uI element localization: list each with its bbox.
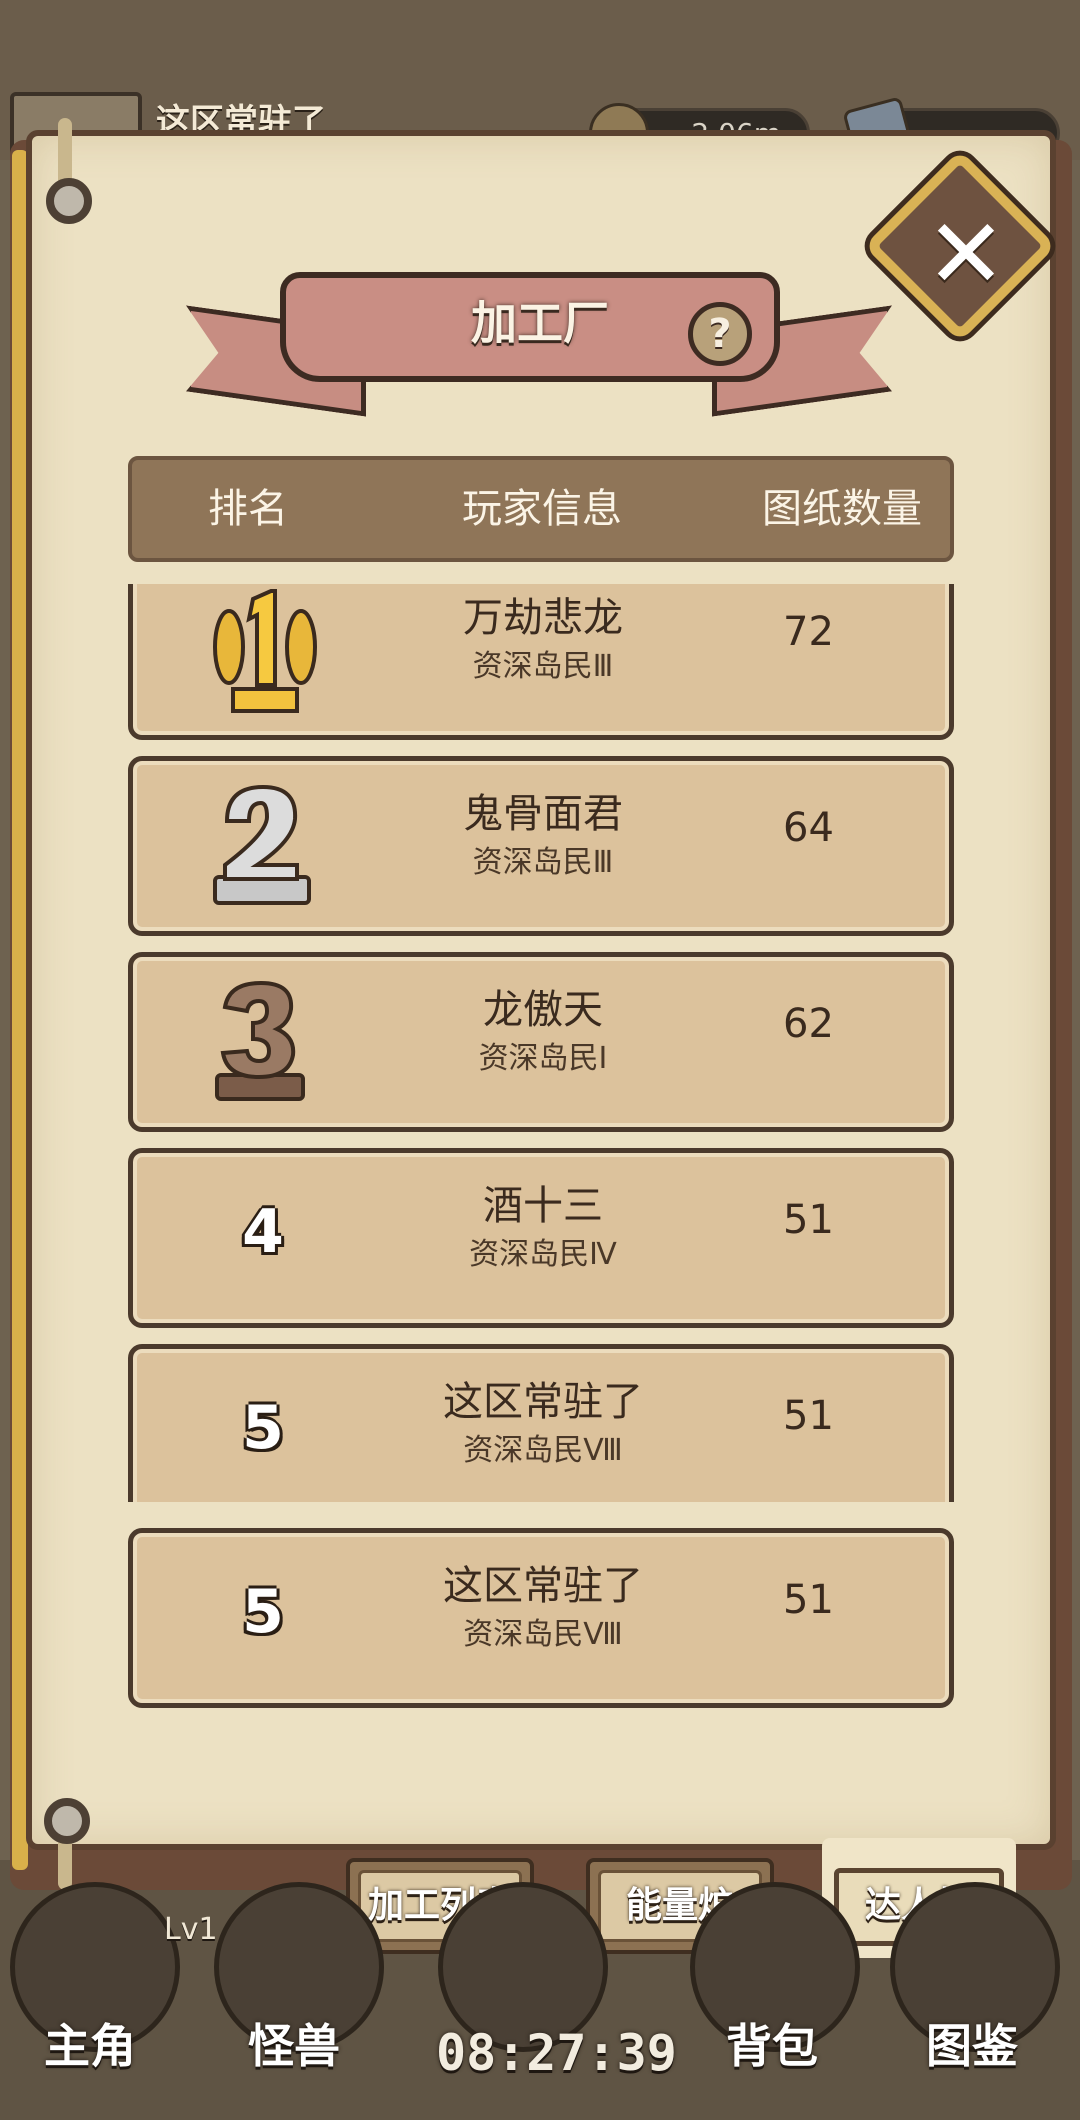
player-title: 资深岛民Ⅰ xyxy=(478,1041,608,1076)
ring-decoration xyxy=(44,1798,90,1844)
close-icon[interactable]: ✕ xyxy=(918,206,1014,302)
player-title: 资深岛民Ⅳ xyxy=(469,1237,617,1272)
rank-number: 5 xyxy=(242,1393,284,1463)
player-name: 万劫悲龙 xyxy=(463,595,623,641)
nav-monster-label: 怪兽 xyxy=(248,2019,340,2073)
table-row[interactable]: 4 酒十三 资深岛民Ⅳ 51 xyxy=(128,1148,954,1328)
blueprint-count: 51 xyxy=(783,1393,834,1439)
player-title: 资深岛民Ⅲ xyxy=(472,649,614,684)
table-row[interactable]: 万劫悲龙 资深岛民Ⅲ 72 xyxy=(128,584,954,740)
player-name: 这区常驻了 xyxy=(443,1563,643,1609)
table-row[interactable]: 龙傲天 资深岛民Ⅰ 62 xyxy=(128,952,954,1132)
hero-level: Lv1 xyxy=(164,1912,218,1947)
table-row[interactable]: 鬼骨面君 资深岛民Ⅲ 64 xyxy=(128,756,954,936)
blueprint-count: 51 xyxy=(783,1197,834,1243)
player-name: 鬼骨面君 xyxy=(463,791,623,837)
blueprint-count: 64 xyxy=(783,805,834,851)
countdown-timer: 08:27:39 xyxy=(436,2024,677,2082)
header-rank: 排名 xyxy=(208,486,288,532)
player-title: 资深岛民Ⅷ xyxy=(463,1617,623,1652)
gold-laurel-medal-icon xyxy=(213,589,317,713)
question-icon[interactable]: ? xyxy=(688,302,752,366)
header-blueprint-count: 图纸数量 xyxy=(762,486,922,532)
leaderboard-list[interactable]: 万劫悲龙 资深岛民Ⅲ 72 鬼骨面君 资深岛民Ⅲ 64 龙傲天 资深岛民Ⅰ 62… xyxy=(120,584,962,1502)
blueprint-count: 62 xyxy=(783,1001,834,1047)
silver-medal-icon xyxy=(213,784,311,905)
bronze-medal-icon xyxy=(215,980,305,1101)
ring-decoration xyxy=(46,178,92,224)
blueprint-count: 51 xyxy=(783,1577,834,1623)
player-name: 龙傲天 xyxy=(483,987,603,1033)
player-name: 这区常驻了 xyxy=(443,1379,643,1425)
nav-bag-label: 背包 xyxy=(726,2019,818,2073)
nav-hero-label: 主角 xyxy=(44,2019,136,2073)
table-row[interactable]: 5 这区常驻了 资深岛民Ⅷ 51 xyxy=(128,1344,954,1502)
table-header: 排名 玩家信息 图纸数量 xyxy=(128,456,954,562)
rank-number: 5 xyxy=(242,1577,284,1647)
player-title: 资深岛民Ⅷ xyxy=(463,1433,623,1468)
rank-number: 4 xyxy=(242,1197,284,1267)
player-name: 酒十三 xyxy=(483,1183,603,1229)
nav-codex-label: 图鉴 xyxy=(926,2019,1018,2073)
blueprint-count: 72 xyxy=(783,609,834,655)
my-rank-row: 5 这区常驻了 资深岛民Ⅷ 51 xyxy=(128,1528,954,1708)
panel-title: 加工厂 xyxy=(471,296,609,350)
player-title: 资深岛民Ⅲ xyxy=(472,845,614,880)
header-player-info: 玩家信息 xyxy=(462,486,622,532)
